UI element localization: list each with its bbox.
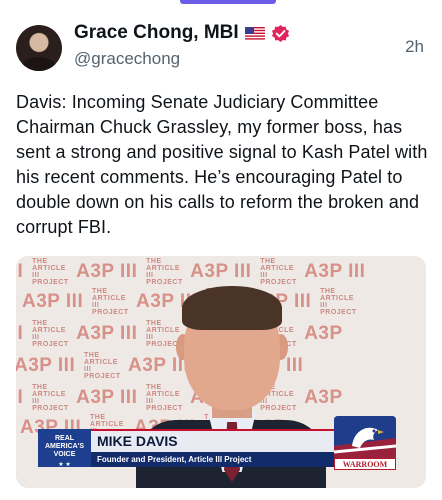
bg-logo: A3P bbox=[76, 323, 115, 345]
post-timestamp[interactable]: 2h bbox=[405, 37, 424, 57]
guest-title: Founder and President, Article III Proje… bbox=[91, 452, 348, 467]
network-badge: REAL AMERICA'S VOICE ★ ★ bbox=[38, 429, 91, 468]
bg-small-text: THE ARTICLE III PROJECT bbox=[32, 258, 69, 286]
speaker-hair bbox=[182, 286, 282, 330]
bg-logo: A3P bbox=[16, 355, 53, 377]
post-card[interactable]: Grace Chong, MBI @gracechong 2h Davis: I… bbox=[0, 0, 442, 500]
eagle-icon bbox=[334, 416, 396, 460]
post-body: Davis: Incoming Senate Judiciary Committ… bbox=[16, 92, 428, 237]
warroom-label: WARROOM bbox=[334, 458, 396, 470]
network-badge-text: REAL AMERICA'S VOICE bbox=[45, 435, 84, 458]
bg-small-text: THE ARTICLE III PROJECT bbox=[32, 384, 69, 412]
bg-logo: A3P bbox=[76, 387, 115, 409]
avatar[interactable] bbox=[16, 25, 62, 71]
post-video[interactable]: III THE ARTICLE III PROJECTA3P III THE A… bbox=[16, 256, 426, 488]
bg-small-text: THE ARTICLE III PROJECT bbox=[92, 288, 129, 316]
bg-logo: A3P bbox=[76, 261, 115, 283]
author-name[interactable]: Grace Chong, MBI bbox=[74, 22, 239, 44]
guest-name: MIKE DAVIS bbox=[91, 429, 348, 452]
lower-third-caption: REAL AMERICA'S VOICE ★ ★ MIKE DAVIS Foun… bbox=[38, 429, 348, 468]
bg-small-text: THE ARTICLE III PROJECT bbox=[84, 352, 121, 380]
author-row: Grace Chong, MBI bbox=[74, 22, 290, 44]
us-flag-icon bbox=[244, 26, 265, 40]
bg-logo: A3P bbox=[22, 291, 61, 313]
verified-badge-icon bbox=[271, 24, 290, 43]
bg-small-text: THE ARTICLE III PROJECT bbox=[320, 288, 357, 316]
avatar-shoulders bbox=[22, 57, 56, 71]
warroom-logo: WARROOM bbox=[334, 416, 396, 472]
bg-small-text: THE ARTICLE III PROJECT bbox=[32, 320, 69, 348]
star-icon: ★ ★ bbox=[58, 462, 71, 468]
author-handle[interactable]: @gracechong bbox=[74, 49, 180, 69]
